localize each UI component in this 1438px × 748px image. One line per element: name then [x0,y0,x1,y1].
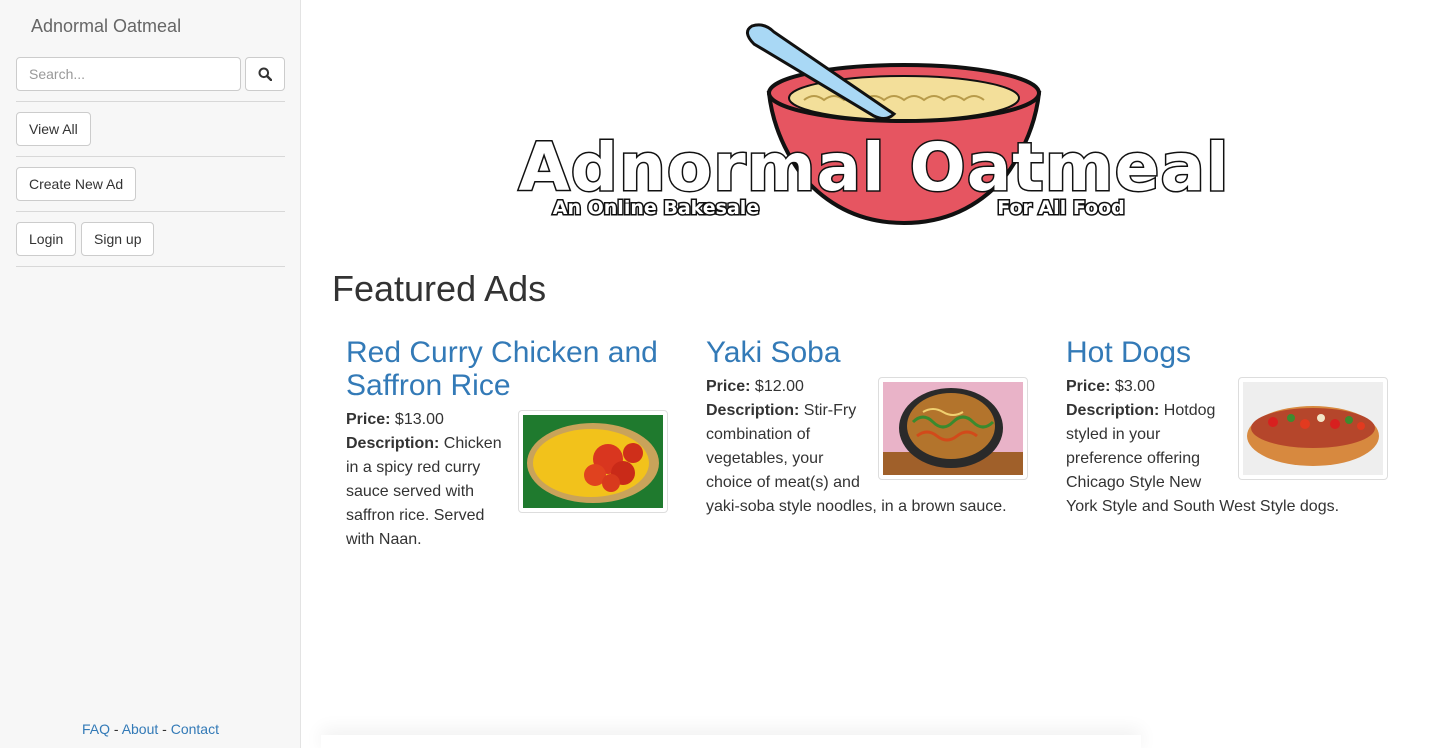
ad-price: $3.00 [1114,378,1155,395]
about-link[interactable]: About [122,721,159,737]
ad-title-link[interactable]: Hot Dogs [1066,336,1388,369]
bottom-shadow [321,735,1141,748]
search-button[interactable] [245,57,285,91]
ad-title-link[interactable]: Red Curry Chicken and Saffron Rice [346,336,668,402]
search-input[interactable] [16,57,241,91]
faq-link[interactable]: FAQ [82,721,110,737]
footer-separator: - [110,721,122,737]
price-label: Price: [346,411,391,428]
ad-thumbnail[interactable] [1238,377,1388,480]
sidebar: Adnormal Oatmeal View All Create New Ad … [0,0,301,748]
site-logo: Adnormal Oatmeal An Online Bakesale For … [517,23,1230,226]
view-all-button[interactable]: View All [16,112,91,146]
footer-links: FAQ - About - Contact [0,721,301,737]
noodle-bowl-image [883,382,1023,475]
divider [16,211,285,212]
contact-link[interactable]: Contact [171,721,219,737]
hotdog-image [1243,382,1383,475]
search-icon [258,67,272,81]
ad-card: Yaki Soba Price: $12.00 Description: Sti… [706,336,1028,519]
logo-tagline-left: An Online Bakesale [553,197,759,219]
ad-card: Red Curry Chicken and Saffron Rice Price… [346,336,668,552]
search-form [16,57,285,91]
ad-thumbnail[interactable] [878,377,1028,480]
signup-button[interactable]: Sign up [81,222,155,256]
login-button[interactable]: Login [16,222,77,256]
divider [16,101,285,102]
price-label: Price: [1066,378,1111,395]
curry-plate-image [523,415,663,508]
ad-body: Price: $12.00 Description: Stir-Fry comb… [706,375,1028,519]
main-content: Adnormal Oatmeal An Online Bakesale For … [301,0,1438,748]
ad-title-link[interactable]: Yaki Soba [706,336,1028,369]
ad-body: Price: $13.00 Description: Chicken in a … [346,408,668,552]
ad-price: $13.00 [394,411,444,428]
create-new-ad-button[interactable]: Create New Ad [16,167,137,201]
ad-body: Price: $3.00 Description: Hotdog styled … [1066,375,1388,519]
footer-separator: - [158,721,171,737]
description-label: Description: [346,435,440,452]
ad-price: $12.00 [754,378,804,395]
price-label: Price: [706,378,751,395]
logo-title: Adnormal Oatmeal [519,129,1230,206]
ad-thumbnail[interactable] [518,410,668,513]
brand-name[interactable]: Adnormal Oatmeal [31,16,181,37]
logo-tagline-right: For All Food [997,197,1125,219]
divider [16,266,285,267]
divider [16,156,285,157]
description-label: Description: [706,402,800,419]
featured-ads-heading: Featured Ads [332,268,547,309]
ad-card: Hot Dogs Price: $3.00 Description: Hotdo… [1066,336,1388,519]
description-label: Description: [1066,402,1160,419]
